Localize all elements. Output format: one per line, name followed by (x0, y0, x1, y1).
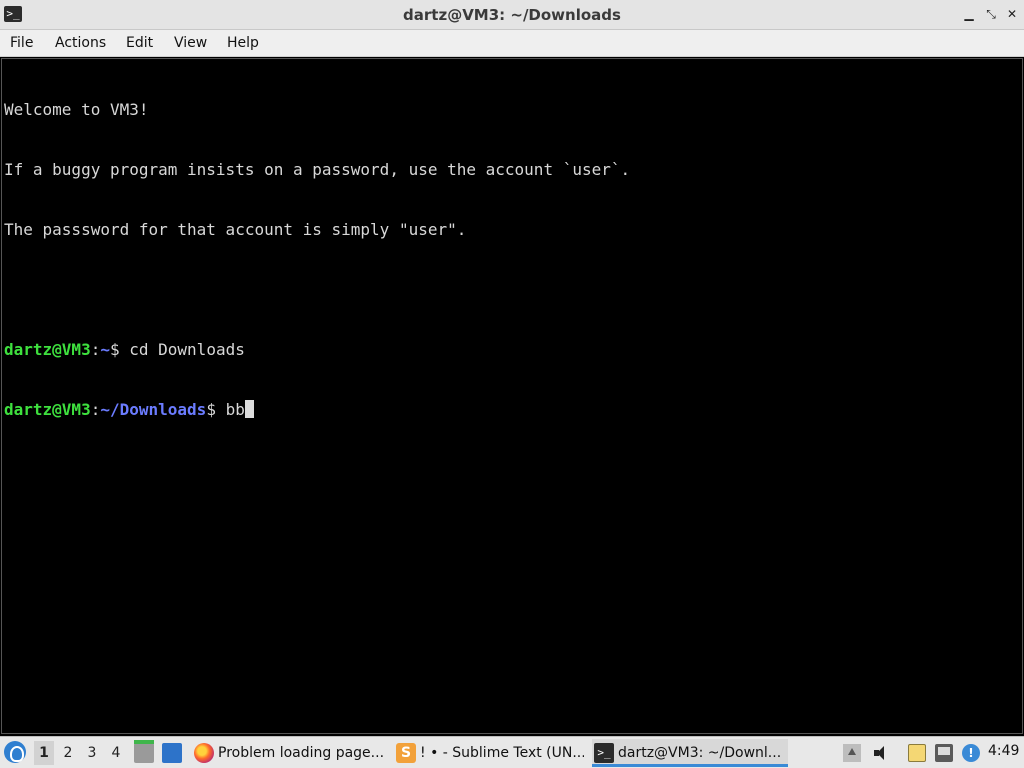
terminal-line: Welcome to VM3! (4, 100, 149, 119)
prompt-dollar: $ (109, 340, 130, 359)
prompt-path: ~/Downloads (100, 400, 207, 419)
terminal-area[interactable]: Welcome to VM3! If a buggy program insis… (1, 58, 1023, 734)
prompt-path: ~ (100, 340, 110, 359)
maximize-button[interactable]: ⤡ (983, 6, 999, 22)
workspace-1[interactable]: 1 (34, 741, 54, 765)
command-text: cd Downloads (129, 340, 245, 359)
lubuntu-start-icon[interactable] (4, 741, 26, 763)
workspace-4[interactable]: 4 (106, 741, 126, 765)
clipboard-icon[interactable] (908, 744, 926, 762)
prompt-colon: : (90, 400, 101, 419)
prompt-line-2: dartz@VM3:~/Downloads$ bb (4, 400, 630, 420)
menu-bar: File Actions Edit View Help (0, 30, 1024, 57)
taskbar: 1 2 3 4 Problem loading page... ! • - Su… (0, 736, 1024, 768)
show-desktop-icon[interactable] (162, 743, 182, 763)
prompt-dollar: $ (206, 400, 226, 419)
close-button[interactable]: ✕ (1004, 6, 1020, 22)
workspace-2[interactable]: 2 (58, 741, 78, 765)
sublime-text-icon (396, 743, 416, 763)
text-cursor (244, 400, 254, 418)
task-label: dartz@VM3: ~/Downl... (618, 745, 782, 761)
menu-help[interactable]: Help (227, 35, 259, 51)
menu-file[interactable]: File (10, 35, 33, 51)
menu-edit[interactable]: Edit (126, 35, 153, 51)
task-firefox[interactable]: Problem loading page... (192, 739, 388, 767)
menu-actions[interactable]: Actions (55, 35, 106, 51)
prompt-colon: : (90, 340, 101, 359)
terminal-icon: >_ (594, 743, 614, 763)
info-icon[interactable]: ! (962, 744, 980, 762)
firefox-icon (194, 743, 214, 763)
command-input[interactable]: bb (226, 400, 245, 419)
prompt-user: dartz@VM3 (4, 340, 91, 359)
menu-view[interactable]: View (174, 35, 207, 51)
minimize-button[interactable]: ▁ (961, 6, 977, 22)
terminal-line: The passsword for that account is simply… (4, 220, 467, 239)
terminal-output: Welcome to VM3! If a buggy program insis… (4, 60, 630, 460)
window-titlebar[interactable]: >_ dartz@VM3: ~/Downloads ▁ ⤡ ✕ (0, 0, 1024, 30)
task-label: Problem loading page... (218, 745, 385, 761)
file-manager-icon[interactable] (134, 740, 154, 763)
workspace-3[interactable]: 3 (82, 741, 102, 765)
terminal-line: If a buggy program insists on a password… (4, 160, 631, 179)
clock[interactable]: 4:49 (988, 743, 1019, 759)
task-terminal[interactable]: >_ dartz@VM3: ~/Downl... (592, 739, 788, 767)
tray-up-icon[interactable] (843, 744, 861, 762)
prompt-user: dartz@VM3 (4, 400, 91, 419)
network-icon[interactable] (935, 744, 953, 762)
task-label: ! • - Sublime Text (UN... (420, 745, 584, 761)
task-sublime-text[interactable]: ! • - Sublime Text (UN... (394, 739, 584, 767)
prompt-line-1: dartz@VM3:~$ cd Downloads (4, 340, 630, 360)
volume-icon[interactable] (872, 744, 890, 762)
window-title: dartz@VM3: ~/Downloads (403, 6, 621, 24)
